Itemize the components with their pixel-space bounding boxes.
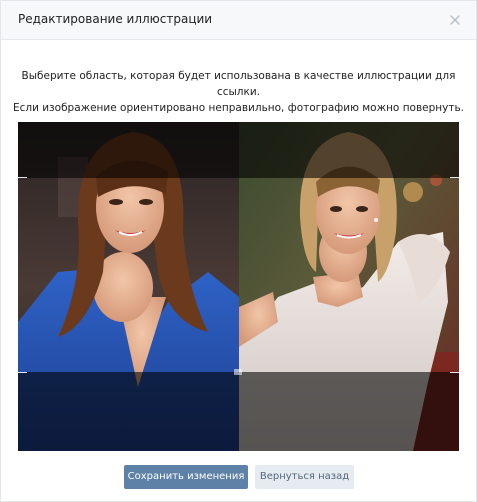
crop-handle-top-right[interactable] bbox=[450, 177, 459, 187]
instructions-text: Выберите область, которая будет использо… bbox=[1, 68, 476, 116]
crop-handle-bottom-left[interactable] bbox=[18, 363, 27, 373]
close-icon[interactable] bbox=[444, 9, 466, 31]
save-changes-button[interactable]: Сохранить изменения bbox=[124, 465, 248, 489]
dialog-header: Редактирование иллюстрации bbox=[1, 1, 476, 40]
edit-illustration-dialog: Редактирование иллюстрации Выберите обла… bbox=[0, 0, 477, 502]
crop-area[interactable] bbox=[18, 122, 459, 451]
crop-selection[interactable] bbox=[18, 177, 459, 375]
crop-handle-top-left[interactable] bbox=[18, 177, 27, 187]
go-back-button[interactable]: Вернуться назад bbox=[255, 465, 354, 489]
dialog-title: Редактирование иллюстрации bbox=[18, 12, 213, 26]
instructions-line-2: Если изображение ориентировано неправиль… bbox=[12, 102, 465, 114]
crop-handle-bottom-center[interactable] bbox=[234, 369, 242, 375]
crop-handle-bottom-right[interactable] bbox=[450, 363, 459, 373]
dialog-footer: Сохранить изменения Вернуться назад bbox=[1, 465, 476, 489]
instructions-line-1: Выберите область, которая будет использо… bbox=[21, 70, 456, 98]
